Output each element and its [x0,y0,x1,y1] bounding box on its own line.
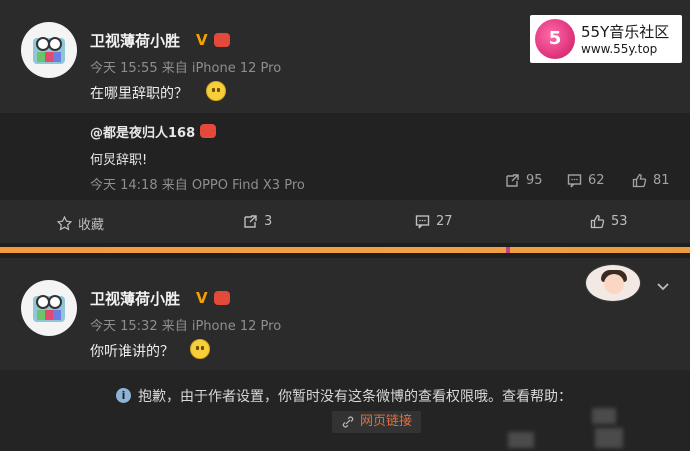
post-divider [0,243,690,258]
blurred-region [592,408,616,424]
info-icon: i [116,388,131,403]
star-icon [57,216,72,231]
post-content: 你听谁讲的？ [90,344,174,360]
username[interactable]: 卫视薄荷小胜 [90,30,180,51]
favorite-label: 收藏 [78,218,105,233]
comment-icon [567,174,582,188]
repost-count-stat[interactable]: 95 [505,173,543,188]
link-icon [342,416,354,428]
comment-button[interactable]: 27 [415,214,453,229]
verified-v-icon: V [196,31,208,49]
username[interactable]: 卫视薄荷小胜 [90,288,180,309]
watermark-url: www.55y.top [581,42,658,56]
avatar[interactable] [21,280,77,336]
comment-button-count: 27 [436,214,453,229]
favorite-button[interactable]: 收藏 [57,214,104,233]
blurred-region [595,428,623,448]
like-icon [590,214,605,229]
post-meta: 今天 15:32 来自 iPhone 12 Pro [90,319,282,334]
permission-notice: i 抱歉，由于作者设置，你暂时没有这条微博的查看权限哦。查看帮助： 网页链接 [0,370,690,451]
post-meta: 今天 15:55 来自 iPhone 12 Pro [90,61,282,76]
member-crown-icon [214,33,230,47]
post-content: 在哪里辞职的？ [90,86,188,102]
member-crown-icon [200,124,216,138]
watermark-logo: 5 [535,19,575,59]
repost-button-count: 3 [264,214,273,229]
like-button-count: 53 [611,214,628,229]
repost-meta: 今天 14:18 来自 OPPO Find X3 Pro [90,178,305,193]
comment-count-stat[interactable]: 62 [567,173,605,188]
sticker-face [604,274,624,294]
repost-box: @都是夜归人168 何炅辞职! 今天 14:18 来自 OPPO Find X3… [0,113,690,200]
comment-icon [415,215,430,229]
repost-button[interactable]: 3 [243,214,272,229]
like-icon [632,173,647,188]
avatar[interactable] [21,22,77,78]
smile-emoji-icon [190,339,210,359]
webpage-link-button[interactable]: 网页链接 [332,411,422,433]
webpage-link-label: 网页链接 [360,414,413,429]
verified-v-icon: V [196,289,208,307]
divider-marker [506,247,510,253]
site-watermark: 5 55Y音乐社区 www.55y.top [530,15,682,63]
like-button[interactable]: 53 [590,214,628,229]
member-crown-icon [214,291,230,305]
divider-stripe [0,247,690,253]
action-bar: 收藏 3 27 53 [0,200,690,243]
notice-text: 抱歉，由于作者设置，你暂时没有这条微博的查看权限哦。查看帮助： [138,389,572,405]
watermark-title: 55Y音乐社区 [581,23,670,41]
chevron-down-icon[interactable] [655,278,671,294]
repost-author[interactable]: @都是夜归人168 [90,122,195,141]
repost-count: 95 [526,173,543,188]
weibo-post-2: 卫视薄荷小胜 V 今天 15:32 来自 iPhone 12 Pro 你听谁讲的… [0,258,690,451]
like-count-stat[interactable]: 81 [632,173,670,188]
smile-emoji-icon [206,81,226,101]
like-count: 81 [653,173,670,188]
repost-icon [244,215,257,228]
sticker-avatar [585,264,641,302]
blurred-region [508,432,534,448]
repost-icon [506,174,519,187]
repost-text: 何炅辞职! [90,153,148,168]
comment-count: 62 [588,173,605,188]
